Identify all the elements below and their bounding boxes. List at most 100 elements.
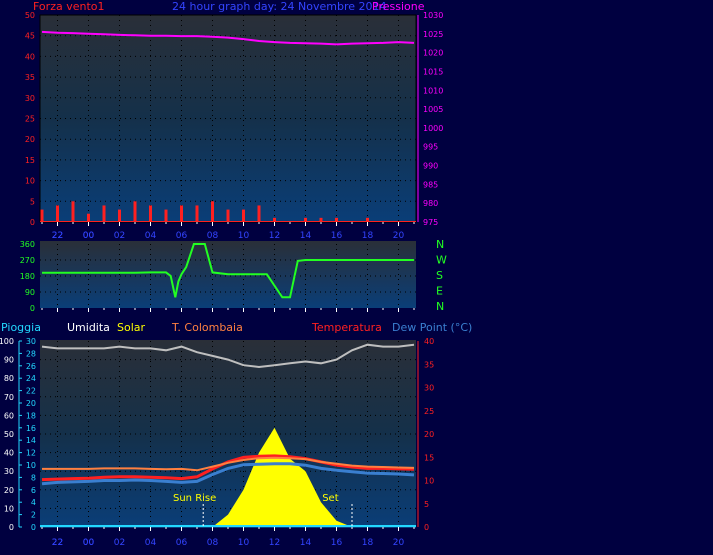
rain-tick-label: 0 [31, 523, 36, 532]
rain-tick-label: 18 [26, 411, 36, 420]
pressure-tick-label: 990 [423, 162, 438, 171]
wind-speed-bar [180, 205, 183, 222]
temperature-tick-label: 0 [424, 523, 429, 532]
humidity-tick-label: 80 [4, 374, 14, 383]
x-tick-label: 02 [114, 538, 125, 548]
temperature-tick-label: 30 [424, 384, 434, 393]
compass-label: S [436, 269, 443, 282]
sun-rise-label: Sun Rise [173, 493, 216, 504]
humidity-tick-label: 0 [9, 523, 14, 532]
rain-tick-label: 26 [26, 362, 36, 371]
wind-speed-axis-label: Forza vento1 [33, 0, 105, 13]
x-tick-label: 14 [300, 538, 312, 548]
rain-tick-label: 14 [26, 436, 36, 445]
panel1-plot-area [40, 15, 416, 222]
compass-label: E [436, 285, 443, 298]
humidity-tick-label: 50 [4, 430, 14, 439]
x-tick-label: 20 [393, 231, 405, 241]
wind-speed-bar [242, 209, 245, 222]
pressure-tick-label: 975 [423, 218, 438, 227]
wind-speed-bar [102, 205, 106, 222]
panel3-plot-area [40, 340, 416, 528]
wind-speed-tick-label: 20 [25, 135, 35, 144]
humidity-tick-label: 70 [4, 393, 14, 402]
x-tick-label: 00 [83, 538, 95, 548]
wind-speed-tick-label: 5 [30, 197, 35, 206]
rain-tick-label: 22 [26, 387, 36, 396]
wind-direction-tick-label: 90 [25, 288, 35, 297]
wind-speed-tick-label: 35 [25, 73, 35, 82]
pressure-tick-label: 1005 [423, 105, 443, 114]
x-tick-label: 10 [238, 231, 250, 241]
humidity-tick-label: 20 [4, 486, 14, 495]
compass-label: W [436, 254, 447, 267]
temperature-tick-label: 40 [424, 337, 434, 346]
wind-speed-bar [40, 213, 44, 222]
wind-direction-tick-label: 0 [30, 304, 35, 313]
sun-set-label: Sun Set [300, 493, 339, 504]
wind-speed-bar [195, 205, 199, 222]
rain-tick-label: 12 [26, 449, 36, 458]
wind-speed-bar [87, 213, 90, 222]
temperature-tick-label: 10 [424, 477, 434, 486]
wind-speed-bar [226, 209, 230, 222]
temperature-tick-label: 35 [424, 360, 434, 369]
wind-speed-tick-label: 0 [30, 218, 35, 227]
compass-label: N [436, 238, 444, 251]
wind-speed-bar [133, 201, 137, 222]
pressure-tick-label: 1010 [423, 86, 443, 95]
x-tick-label: 12 [269, 231, 280, 241]
wind-speed-tick-label: 25 [25, 115, 35, 124]
rain-tick-label: 2 [31, 511, 36, 520]
x-tick-label: 20 [393, 538, 405, 548]
pressure-tick-label: 1015 [423, 67, 443, 76]
humidity-tick-label: 100 [0, 337, 14, 346]
x-tick-label: 04 [145, 538, 157, 548]
weather-graph: 22 00 02 04 06 08 10 12 14 16 18 2022 0022 00 02 04 06 08… [0, 0, 472, 548]
x-tick-label: 06 [176, 231, 188, 241]
rain-tick-label: 16 [26, 424, 36, 433]
x-tick-label: 08 [207, 538, 219, 548]
x-tick-label: 16 [331, 538, 343, 548]
rain-tick-label: 20 [26, 399, 36, 408]
pressure-tick-label: 1020 [423, 49, 443, 58]
x-tick-label: 14 [300, 231, 312, 241]
humidity-tick-label: 30 [4, 467, 14, 476]
wind-speed-tick-label: 45 [25, 32, 35, 41]
pressure-axis-label: Pressione [372, 0, 425, 13]
humidity-tick-label: 60 [4, 411, 14, 420]
compass-label: N [436, 300, 444, 313]
x-tick-label: 06 [176, 538, 188, 548]
rain-legend-label: Pioggia [1, 321, 41, 334]
temperature-legend-label: Temperatura [311, 321, 382, 334]
solar-legend-label: Solar [117, 321, 146, 334]
rain-tick-label: 6 [31, 486, 36, 495]
wind-speed-tick-label: 40 [25, 52, 35, 61]
rain-tick-label: 24 [26, 374, 36, 383]
x-tick-label: 10 [238, 538, 250, 548]
wind-direction-tick-label: 360 [20, 240, 35, 249]
wind-direction-tick-label: 180 [20, 272, 35, 281]
wind-speed-tick-label: 30 [25, 94, 35, 103]
wind-speed-bar [71, 201, 75, 222]
x-tick-label: 08 [207, 231, 219, 241]
pressure-tick-label: 995 [423, 143, 438, 152]
humidity-tick-label: 40 [4, 449, 14, 458]
wind-speed-tick-label: 15 [25, 156, 35, 165]
x-tick-label: 00 [83, 231, 95, 241]
wind-speed-bar [211, 201, 214, 222]
x-tick-label: 04 [145, 231, 157, 241]
pressure-tick-label: 980 [423, 199, 438, 208]
rain-tick-label: 8 [31, 473, 36, 482]
temperature-tick-label: 5 [424, 500, 429, 509]
rain-tick-label: 30 [26, 337, 36, 346]
wind-direction-tick-label: 270 [20, 256, 35, 265]
rain-bar-baseline [40, 525, 416, 527]
wind-speed-bar [164, 209, 168, 222]
wind-speed-bar [257, 205, 261, 222]
rain-tick-label: 28 [26, 349, 36, 358]
x-tick-label: 02 [114, 231, 125, 241]
wind-speed-bar [149, 205, 152, 222]
dew-point-legend-label: Dew Point (°C) [392, 321, 472, 334]
pressure-tick-label: 1030 [423, 11, 443, 20]
